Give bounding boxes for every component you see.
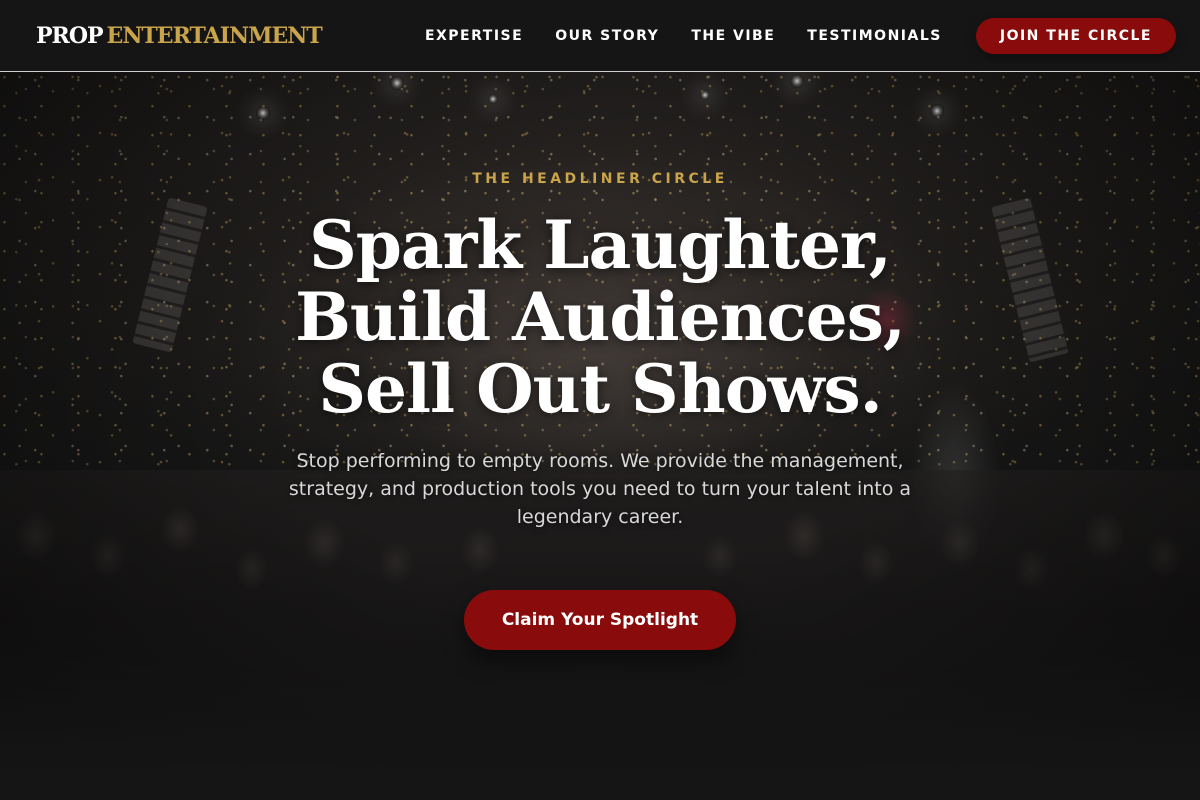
nav-link-our-story[interactable]: OUR STORY: [555, 28, 659, 44]
claim-your-spotlight-button[interactable]: Claim Your Spotlight: [464, 590, 736, 650]
brand-name-primary: PROP: [36, 22, 104, 49]
join-the-circle-button[interactable]: JOIN THE CIRCLE: [975, 17, 1176, 54]
nav-link-the-vibe[interactable]: THE VIBE: [691, 28, 775, 44]
main-nav: EXPERTISE OUR STORY THE VIBE TESTIMONIAL…: [425, 17, 1176, 54]
nav-link-expertise[interactable]: EXPERTISE: [425, 28, 523, 44]
brand-logo[interactable]: PROP ENTERTAINMENT: [36, 22, 323, 49]
hero-subtext: Stop performing to empty rooms. We provi…: [288, 450, 912, 528]
nav-link-testimonials[interactable]: TESTIMONIALS: [807, 28, 942, 44]
brand-name-secondary: ENTERTAINMENT: [106, 22, 323, 49]
landing-page: PROP ENTERTAINMENT EXPERTISE OUR STORY TH…: [0, 0, 1200, 800]
headline-line: Sell Out Shows.: [318, 350, 882, 428]
headline-line: Build Audiences,: [295, 278, 906, 356]
headline-line: Spark Laughter,: [309, 206, 892, 284]
site-header: PROP ENTERTAINMENT EXPERTISE OUR STORY TH…: [0, 0, 1200, 72]
hero-section: THE HEADLINER CIRCLE Spark Laughter, Bui…: [0, 72, 1200, 800]
hero-headline: Spark Laughter, Build Audiences, Sell Ou…: [295, 206, 906, 428]
hero-eyebrow: THE HEADLINER CIRCLE: [472, 171, 728, 187]
